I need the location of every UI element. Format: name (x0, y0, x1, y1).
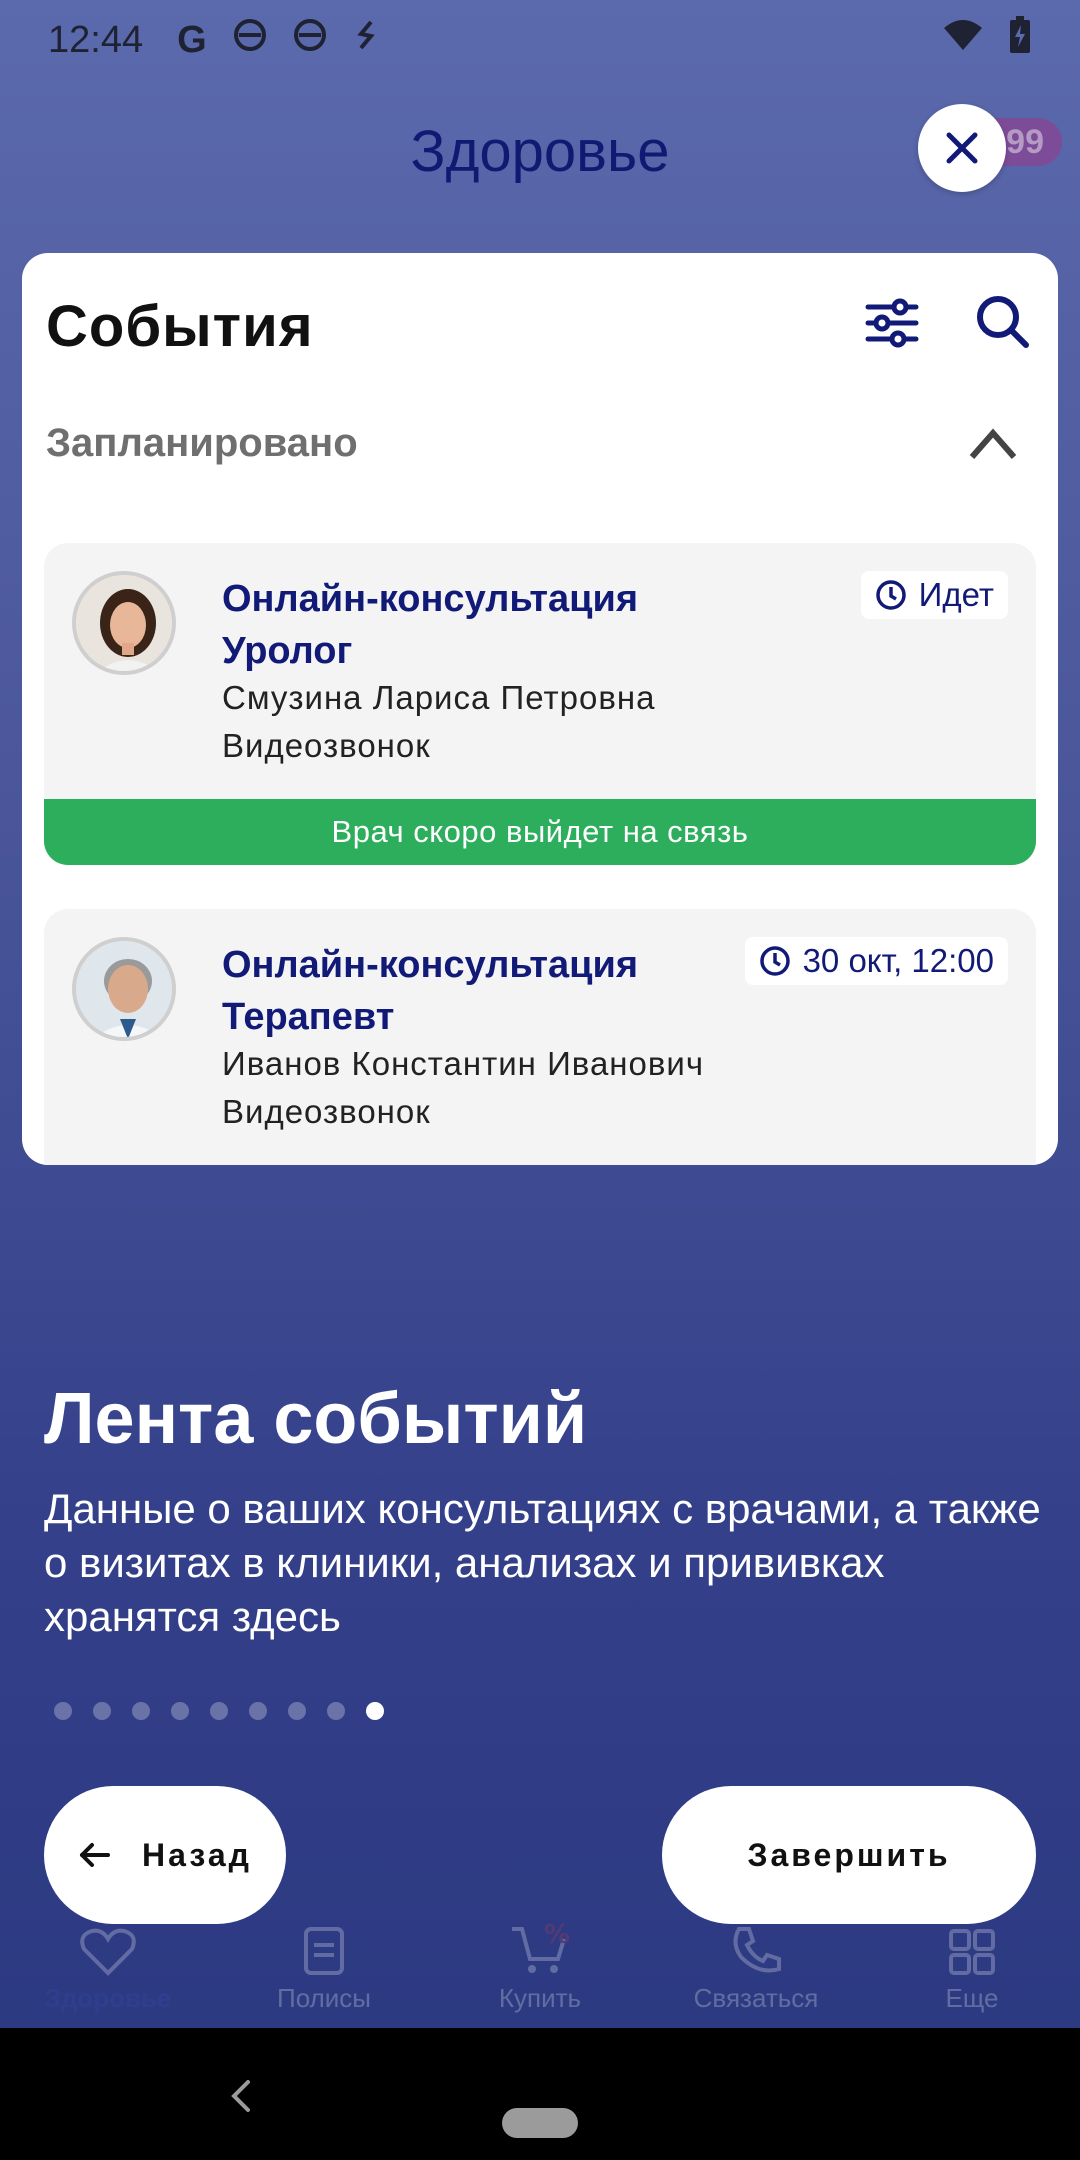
step-dot (210, 1702, 228, 1720)
onboarding-title: Лента событий (44, 1379, 588, 1459)
nav-label: Еще (945, 1983, 999, 2013)
search-icon[interactable] (974, 293, 1030, 349)
step-dot (132, 1702, 150, 1720)
section-title-planned: Запланировано (46, 421, 358, 465)
phone-icon (733, 1927, 781, 1973)
event-title: Онлайн-консультация Уролог (222, 578, 638, 672)
grid-icon (949, 1929, 995, 1975)
event-status-strip: Врач скоро выйдет на связь (44, 799, 1036, 865)
event-time-chip: 30 окт, 12:00 (744, 937, 1008, 985)
onboarding-overlay: 12:44 G Здоровье 99 События Запланирован… (0, 0, 1080, 2028)
onboarding-description: Данные о ваших консультациях с врачами, … (44, 1485, 1041, 1640)
avatar (72, 937, 176, 1041)
clipboard-icon (304, 1927, 344, 1975)
events-panel: События Запланировано Онлайн-консультаци… (22, 253, 1058, 1165)
back-button-label: Назад (142, 1836, 252, 1873)
sync-icon (353, 18, 379, 62)
step-dot (288, 1702, 306, 1720)
system-home-pill[interactable] (502, 2108, 578, 2138)
status-time: 12:44 (48, 18, 144, 61)
nav-label: Здоровье (44, 1983, 172, 2013)
status-bar: 12:44 G (0, 0, 1080, 80)
clock-icon (759, 946, 790, 976)
step-dot-active (366, 1702, 384, 1720)
nav-label: Связаться (693, 1983, 819, 2013)
heart-pulse-icon (80, 1928, 136, 1976)
event-type: Видеозвонок (222, 727, 431, 764)
notification-icon (233, 16, 267, 64)
step-dot (249, 1702, 267, 1720)
finish-button[interactable]: Завершить (662, 1786, 1036, 1924)
arrow-left-icon (80, 1843, 111, 1867)
event-doctor: Иванов Константин Иванович (222, 1045, 705, 1082)
event-card-urologist[interactable]: Онлайн-консультация Уролог Смузина Ларис… (44, 543, 1036, 865)
event-type: Видеозвонок (222, 1093, 431, 1130)
battery-charging-icon (1008, 15, 1032, 65)
nav-label: Купить (498, 1983, 582, 2013)
avatar (72, 571, 176, 675)
google-icon: G (177, 18, 207, 61)
nav-label: Полисы (277, 1983, 371, 2013)
chevron-up-icon[interactable] (968, 423, 1018, 463)
close-icon (946, 132, 978, 164)
event-doctor: Смузина Лариса Петровна (222, 679, 656, 716)
step-dot (54, 1702, 72, 1720)
back-button[interactable]: Назад (44, 1786, 286, 1924)
step-indicator (54, 1702, 384, 1720)
nav-item-buy: % Купить (432, 1890, 648, 2028)
system-navigation-bar (0, 2028, 1080, 2160)
event-time: Идет (918, 576, 994, 613)
event-time: 30 окт, 12:00 (802, 942, 994, 979)
wifi-icon (942, 18, 984, 62)
svg-text:%: % (544, 1921, 570, 1950)
finish-button-label: Завершить (747, 1836, 951, 1873)
notification-icon (293, 16, 327, 64)
events-title: События (46, 294, 314, 359)
event-card-therapist[interactable]: Онлайн-консультация Терапевт Иванов Конс… (44, 909, 1036, 1165)
event-title: Онлайн-консультация Терапевт (222, 944, 638, 1038)
filter-icon[interactable] (864, 295, 920, 351)
event-time-chip: Идет (860, 571, 1008, 619)
step-dot (327, 1702, 345, 1720)
clock-icon (875, 580, 906, 610)
step-dot (93, 1702, 111, 1720)
close-button[interactable] (918, 104, 1006, 192)
step-dot (171, 1702, 189, 1720)
system-back-icon[interactable] (226, 2076, 256, 2116)
cart-percent-icon: % (512, 1921, 570, 1973)
